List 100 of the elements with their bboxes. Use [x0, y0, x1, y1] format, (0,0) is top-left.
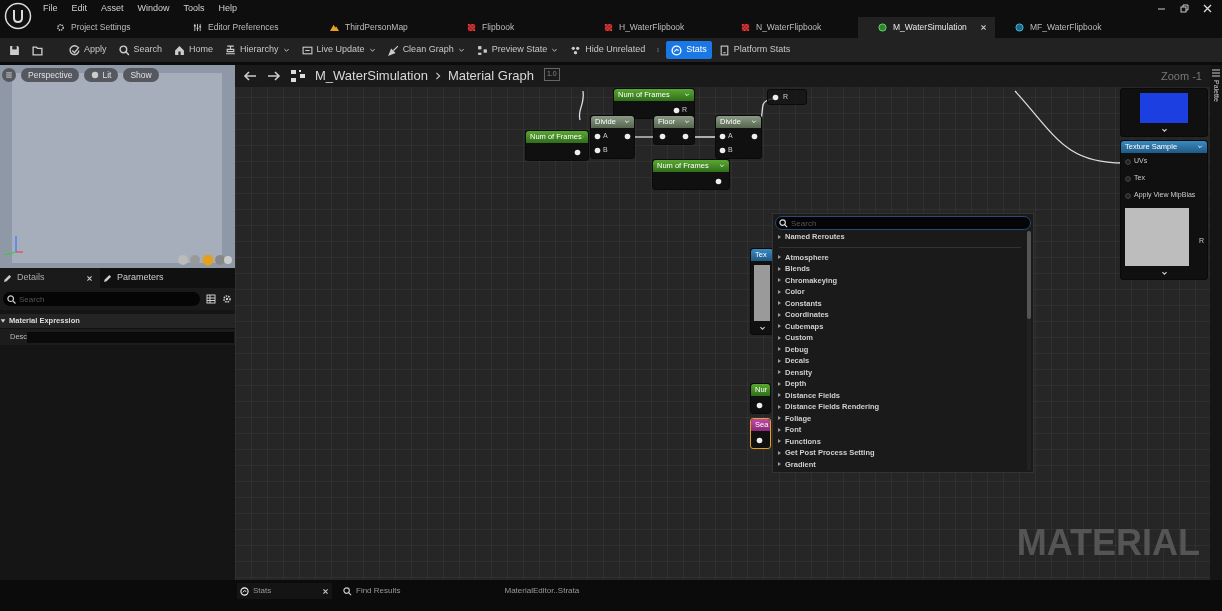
caret-icon	[282, 46, 290, 54]
pencil-icon	[103, 273, 112, 283]
settings-icon[interactable]	[222, 294, 232, 304]
restore-icon[interactable]	[1180, 4, 1189, 13]
menu-icon[interactable]	[2, 68, 16, 82]
menu-item[interactable]: Help	[211, 1, 245, 16]
input-pin-icon[interactable]	[1125, 192, 1131, 199]
search-icon	[779, 218, 788, 228]
breadcrumb-link[interactable]: Material Graph	[447, 66, 534, 86]
forward-arrow-icon[interactable]	[267, 71, 281, 81]
texture-preview	[1140, 93, 1188, 123]
input-pin-icon[interactable]	[1125, 175, 1131, 182]
bottom-tab[interactable]: Stats	[237, 583, 332, 599]
toolbar-button[interactable]: Apply	[64, 41, 112, 59]
graph-node[interactable]	[1120, 88, 1208, 137]
scrollbar-thumb[interactable]	[1027, 231, 1031, 319]
document-tab[interactable]: Project Settings	[36, 17, 173, 38]
caret-icon[interactable]	[1160, 270, 1168, 277]
input-pin-icon[interactable]	[719, 146, 726, 154]
viewport-button[interactable]: Perspective	[21, 68, 80, 82]
desc-field[interactable]	[27, 331, 235, 343]
close-tab-icon[interactable]	[980, 24, 987, 31]
checker-icon	[604, 23, 613, 32]
menu-item[interactable]: File	[36, 1, 65, 16]
document-tab[interactable]: H_WaterFlipbook	[584, 17, 721, 38]
panel-tab[interactable]: Details	[0, 268, 100, 288]
search-icon	[343, 586, 352, 596]
menu-item[interactable]: Tools	[176, 1, 212, 16]
device-icon	[718, 44, 730, 56]
brush-icon	[387, 44, 399, 56]
output-pin-icon[interactable]	[574, 148, 581, 156]
document-tab[interactable]: N_WaterFlipbook	[721, 17, 858, 38]
back-arrow-icon[interactable]	[243, 71, 257, 81]
palette-icon	[1212, 69, 1220, 77]
close-tab-icon[interactable]	[86, 274, 93, 282]
document-tab[interactable]: Editor Preferences	[173, 17, 310, 38]
viewport-button[interactable]: Show	[123, 68, 159, 82]
toolbar-button[interactable]: Platform Stats	[713, 41, 796, 59]
output-pin-icon[interactable]	[756, 436, 763, 444]
checker-icon	[467, 23, 476, 32]
toolbar-button[interactable]: Search	[113, 41, 168, 59]
stats-icon	[671, 44, 683, 56]
menu-item[interactable]: Asset	[94, 1, 131, 16]
checker-icon	[741, 23, 750, 32]
stats-icon	[240, 586, 249, 596]
texture-preview	[1125, 208, 1189, 266]
pencil-icon	[3, 273, 12, 283]
search-icon	[118, 44, 130, 56]
graph-icon	[291, 70, 305, 82]
toolbar-button[interactable]: Home	[169, 41, 219, 59]
document-tab[interactable]: MF_WaterFlipbook	[995, 17, 1132, 38]
sphere-icon	[91, 71, 100, 79]
caret-icon	[0, 318, 6, 324]
home-icon	[174, 44, 186, 56]
output-pin-icon[interactable]	[756, 401, 763, 409]
output-pin-icon[interactable]	[715, 177, 722, 185]
document-tab[interactable]: Flipbook	[447, 17, 584, 38]
toolbar-button[interactable]: Stats	[666, 41, 712, 59]
toolbar-button[interactable]: Preview State	[471, 41, 564, 59]
toolbar-button[interactable]: Live Update	[296, 41, 381, 59]
viewport-button[interactable]: Lit	[84, 68, 119, 82]
gear-icon	[56, 23, 65, 32]
caret-icon	[751, 119, 757, 125]
monitor-icon	[301, 44, 313, 56]
output-pin-icon[interactable]	[672, 106, 680, 114]
output-pin-icon[interactable]	[751, 132, 758, 140]
material-graph-canvas[interactable]	[235, 65, 1210, 580]
hierarchy-icon	[225, 44, 237, 56]
table-view-icon[interactable]	[206, 294, 216, 304]
menu-item[interactable]: Window	[130, 1, 177, 16]
input-pin-icon[interactable]	[594, 146, 601, 154]
caret-icon	[624, 119, 630, 125]
input-pin-icon[interactable]	[719, 132, 726, 140]
check-circle-icon	[69, 44, 80, 56]
menu-item[interactable]: Edit	[64, 1, 95, 16]
mountain-icon	[330, 23, 339, 32]
caret-icon	[1197, 144, 1203, 150]
caret-icon[interactable]	[758, 325, 766, 332]
output-pin-icon[interactable]	[772, 93, 779, 101]
close-icon[interactable]	[1203, 4, 1212, 13]
bottom-tab[interactable]: MaterialEditor..Strata	[501, 583, 583, 599]
toolbar-button[interactable]: Hierarchy	[220, 41, 295, 59]
details-search-field[interactable]: Search	[3, 292, 200, 306]
panel-tab[interactable]: Parameters	[100, 268, 200, 288]
toolbar-button[interactable]: Hide Unrelated	[565, 41, 651, 59]
input-pin-icon[interactable]	[659, 132, 666, 140]
bottom-tab[interactable]: Find Results	[340, 583, 404, 599]
output-pin-icon[interactable]	[624, 132, 631, 140]
input-pin-icon[interactable]	[1125, 158, 1131, 165]
document-tab[interactable]: M_WaterSimulation	[858, 17, 995, 38]
output-pin-icon[interactable]	[682, 132, 689, 140]
engine-logo-icon[interactable]	[4, 2, 32, 30]
toolbar-button[interactable]: Clean Graph	[382, 41, 470, 59]
input-pin-icon[interactable]	[594, 132, 601, 140]
close-tab-icon[interactable]	[322, 587, 329, 595]
document-tab[interactable]: ThirdPersonMap	[310, 17, 447, 38]
caret-icon	[684, 119, 690, 125]
breadcrumb-link[interactable]: M_WaterSimulation	[315, 66, 428, 86]
context-search-field[interactable]: Search	[775, 216, 1031, 230]
caret-icon[interactable]	[1160, 127, 1168, 134]
